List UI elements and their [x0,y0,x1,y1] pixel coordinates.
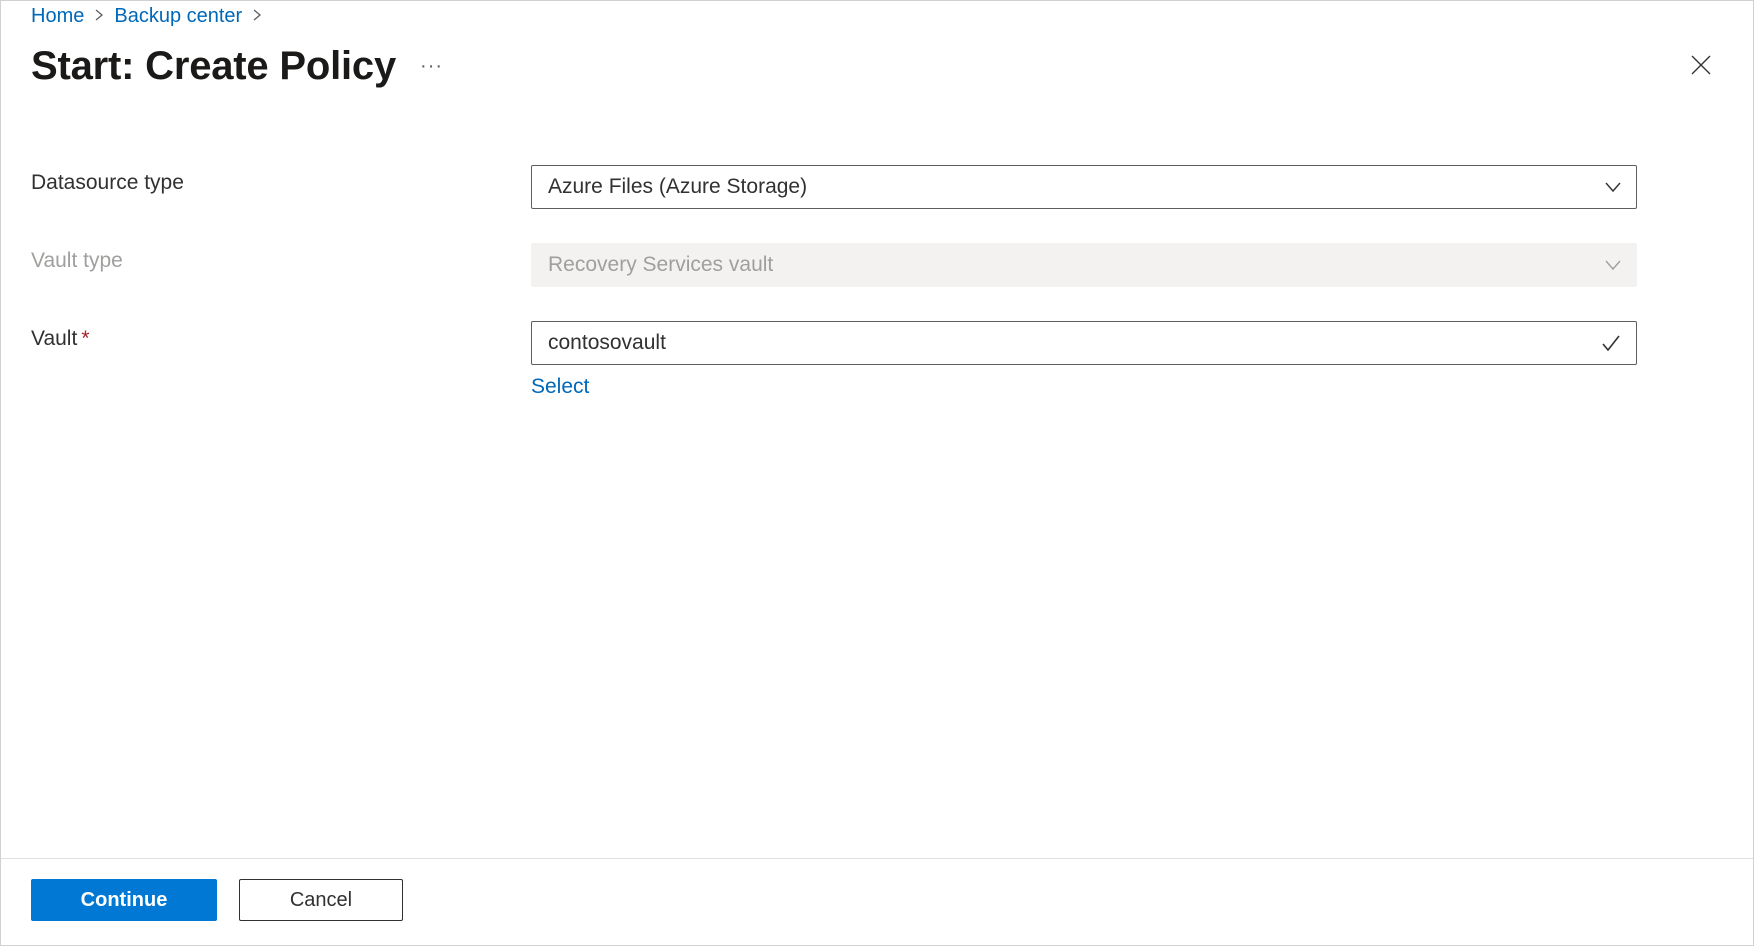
datasource-type-select[interactable]: Azure Files (Azure Storage) [531,165,1637,209]
breadcrumb: Home Backup center [1,1,1753,28]
datasource-type-value: Azure Files (Azure Storage) [548,175,1604,199]
field-datasource-type: Datasource type Azure Files (Azure Stora… [31,165,1723,209]
close-button[interactable] [1683,47,1719,86]
breadcrumb-home[interactable]: Home [31,5,84,28]
vault-type-value: Recovery Services vault [548,253,1604,277]
form: Datasource type Azure Files (Azure Stora… [1,93,1753,858]
vault-type-select: Recovery Services vault [531,243,1637,287]
required-indicator: * [81,327,89,350]
title-bar: Start: Create Policy ··· [1,28,1753,93]
vault-select[interactable]: contosovault [531,321,1637,365]
vault-value: contosovault [548,331,1600,355]
vault-label: Vault* [31,321,531,351]
chevron-down-icon [1604,178,1622,196]
chevron-right-icon [252,5,262,28]
close-icon [1689,53,1713,77]
continue-button[interactable]: Continue [31,879,217,921]
vault-select-link[interactable]: Select [531,375,589,398]
field-vault: Vault* contosovault Select [31,321,1723,399]
breadcrumb-backup-center[interactable]: Backup center [114,5,242,28]
chevron-down-icon [1604,256,1622,274]
vault-type-label: Vault type [31,243,531,273]
page-title: Start: Create Policy [31,44,396,89]
datasource-type-label: Datasource type [31,165,531,195]
field-vault-type: Vault type Recovery Services vault [31,243,1723,287]
more-actions-button[interactable]: ··· [420,55,443,78]
cancel-button[interactable]: Cancel [239,879,403,921]
chevron-right-icon [94,5,104,28]
check-icon [1600,332,1622,354]
footer-actions: Continue Cancel [1,858,1753,945]
